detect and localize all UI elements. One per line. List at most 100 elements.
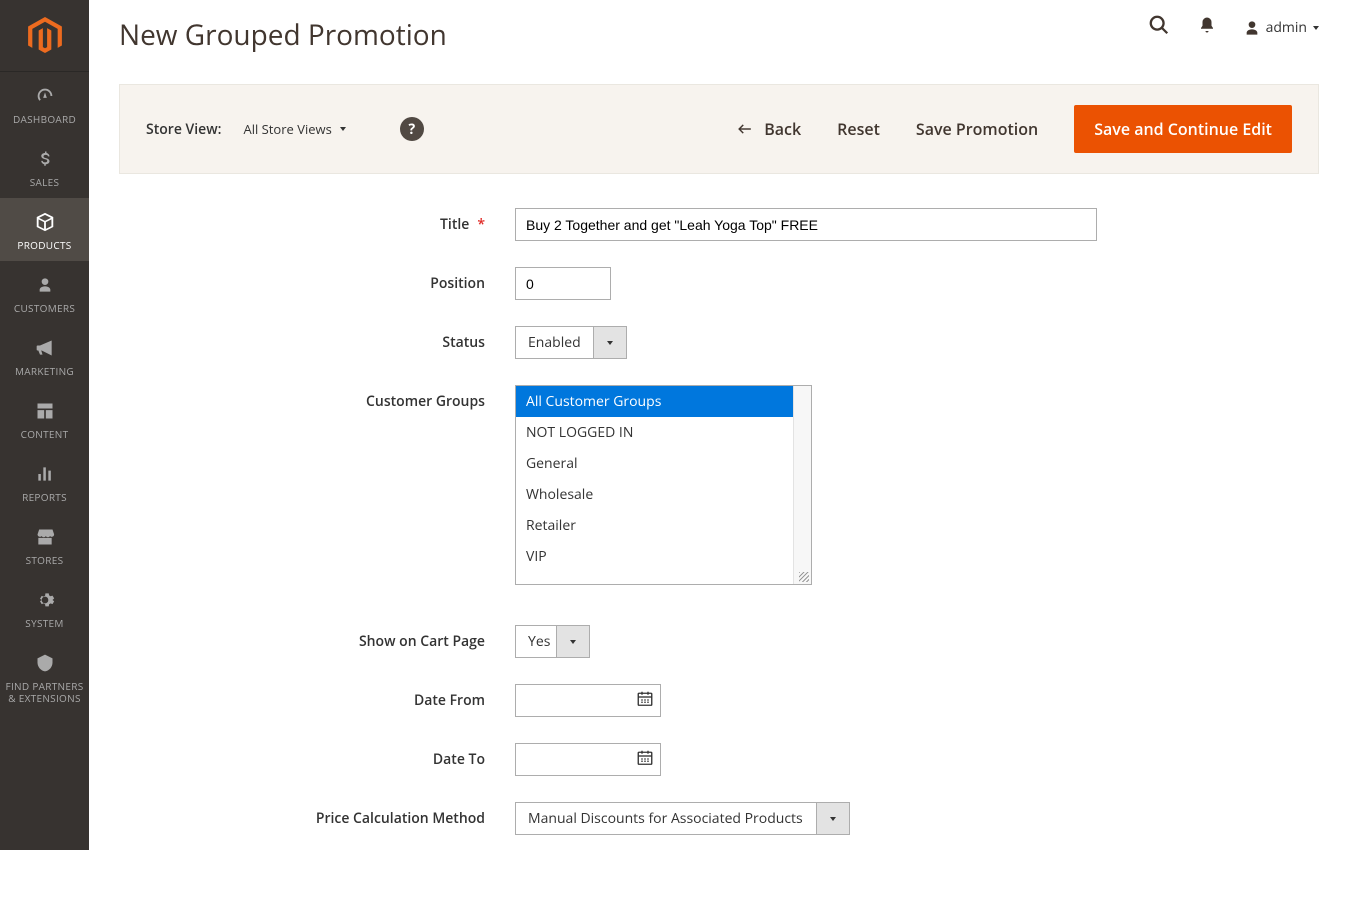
sidebar-item-label: PRODUCTS (17, 239, 71, 251)
store-view-label: Store View: (146, 120, 221, 139)
store-view-selector[interactable]: All Store Views (243, 120, 345, 138)
sidebar-item-partners[interactable]: FIND PARTNERS & EXTENSIONS (0, 639, 89, 714)
chevron-down-icon (607, 341, 613, 345)
row-date-to: Date To (119, 743, 1319, 776)
price-calc-select[interactable]: Manual Discounts for Associated Products (515, 802, 850, 835)
listbox-option[interactable]: Retailer (516, 510, 811, 541)
calendar-icon[interactable] (636, 748, 654, 771)
back-button[interactable]: Back (736, 118, 801, 140)
gear-icon (35, 588, 55, 612)
sidebar-item-dashboard[interactable]: DASHBOARD (0, 72, 89, 135)
sidebar-item-sales[interactable]: SALES (0, 135, 89, 198)
back-button-label: Back (764, 118, 801, 140)
customer-groups-label: Customer Groups (119, 385, 515, 411)
title-label: Title * (119, 208, 515, 234)
store-view-value: All Store Views (243, 120, 331, 138)
status-value: Enabled (516, 327, 593, 358)
form: Title * Position Status Enabled Cus (89, 174, 1349, 911)
date-from-input-wrap (515, 684, 661, 717)
position-label: Position (119, 267, 515, 293)
sidebar-item-label: CONTENT (21, 428, 69, 440)
toolbar: Store View: All Store Views ? Back Reset… (119, 84, 1319, 174)
show-cart-select[interactable]: Yes (515, 625, 590, 658)
sidebar-item-marketing[interactable]: MARKETING (0, 324, 89, 387)
scrollbar[interactable] (793, 386, 811, 584)
sidebar-item-system[interactable]: SYSTEM (0, 576, 89, 639)
header-actions: admin (1148, 14, 1319, 41)
user-menu[interactable]: admin (1244, 18, 1319, 37)
row-show-cart: Show on Cart Page Yes (119, 625, 1319, 658)
select-toggle[interactable] (556, 626, 589, 657)
magento-logo[interactable] (0, 0, 89, 72)
sidebar-item-products[interactable]: PRODUCTS (0, 198, 89, 261)
chevron-down-icon (340, 127, 346, 131)
price-calc-value: Manual Discounts for Associated Products (516, 803, 816, 834)
customer-groups-listbox[interactable]: All Customer Groups NOT LOGGED IN Genera… (515, 385, 812, 585)
chevron-down-icon (1313, 26, 1319, 30)
sidebar-item-content[interactable]: CONTENT (0, 387, 89, 450)
listbox-option[interactable]: VIP (516, 541, 811, 572)
title-input[interactable] (515, 208, 1097, 241)
gauge-icon (34, 84, 56, 108)
status-select[interactable]: Enabled (515, 326, 627, 359)
box-icon (34, 210, 56, 234)
show-cart-label: Show on Cart Page (119, 625, 515, 651)
layout-icon (35, 399, 55, 423)
show-cart-value: Yes (516, 626, 556, 657)
sidebar-item-label: REPORTS (22, 491, 67, 503)
chevron-down-icon (830, 817, 836, 821)
toolbar-right: Back Reset Save Promotion Save and Conti… (736, 105, 1292, 153)
position-input[interactable] (515, 267, 611, 300)
date-to-label: Date To (119, 743, 515, 769)
store-icon (34, 525, 56, 549)
magento-icon (28, 17, 62, 55)
required-indicator: * (477, 215, 485, 234)
save-button[interactable]: Save Promotion (916, 118, 1038, 140)
arrow-left-icon (736, 122, 754, 136)
sidebar-item-label: FIND PARTNERS & EXTENSIONS (6, 680, 84, 704)
select-toggle[interactable] (593, 327, 626, 358)
sidebar-item-label: CUSTOMERS (14, 302, 75, 314)
calendar-icon[interactable] (636, 689, 654, 712)
dollar-icon (36, 147, 54, 171)
date-to-input-wrap (515, 743, 661, 776)
row-status: Status Enabled (119, 326, 1319, 359)
row-date-from: Date From (119, 684, 1319, 717)
user-icon (1244, 20, 1260, 36)
sidebar-item-stores[interactable]: STORES (0, 513, 89, 576)
sidebar-item-reports[interactable]: REPORTS (0, 450, 89, 513)
row-customer-groups: Customer Groups All Customer Groups NOT … (119, 385, 1319, 585)
date-from-label: Date From (119, 684, 515, 710)
main-content: New Grouped Promotion admin Store View: … (89, 0, 1349, 911)
listbox-option[interactable]: All Customer Groups (516, 386, 811, 417)
partners-icon (34, 651, 56, 675)
sidebar-item-label: MARKETING (15, 365, 74, 377)
select-toggle[interactable] (816, 803, 849, 834)
search-icon[interactable] (1148, 14, 1170, 41)
help-icon[interactable]: ? (400, 117, 424, 141)
listbox-option[interactable]: Wholesale (516, 479, 811, 510)
save-continue-button[interactable]: Save and Continue Edit (1074, 105, 1292, 153)
sidebar-item-label: SYSTEM (25, 617, 63, 629)
listbox-option[interactable]: NOT LOGGED IN (516, 417, 811, 448)
chevron-down-icon (570, 640, 576, 644)
page-header: New Grouped Promotion admin (89, 0, 1349, 54)
sidebar-item-label: DASHBOARD (13, 113, 76, 125)
listbox-option[interactable]: General (516, 448, 811, 479)
row-price-calc: Price Calculation Method Manual Discount… (119, 802, 1319, 835)
sidebar-item-customers[interactable]: CUSTOMERS (0, 261, 89, 324)
page-title: New Grouped Promotion (119, 16, 1319, 54)
row-position: Position (119, 267, 1319, 300)
sidebar: DASHBOARD SALES PRODUCTS CUSTOMERS MARKE… (0, 0, 89, 850)
megaphone-icon (34, 336, 56, 360)
toolbar-left: Store View: All Store Views ? (146, 117, 424, 141)
bell-icon[interactable] (1198, 15, 1216, 40)
status-label: Status (119, 326, 515, 352)
sidebar-item-label: STORES (26, 554, 64, 566)
user-name: admin (1266, 18, 1307, 37)
reset-button[interactable]: Reset (837, 118, 880, 140)
row-title: Title * (119, 208, 1319, 241)
chart-icon (35, 462, 55, 486)
price-calc-label: Price Calculation Method (119, 802, 515, 828)
person-icon (37, 273, 53, 297)
